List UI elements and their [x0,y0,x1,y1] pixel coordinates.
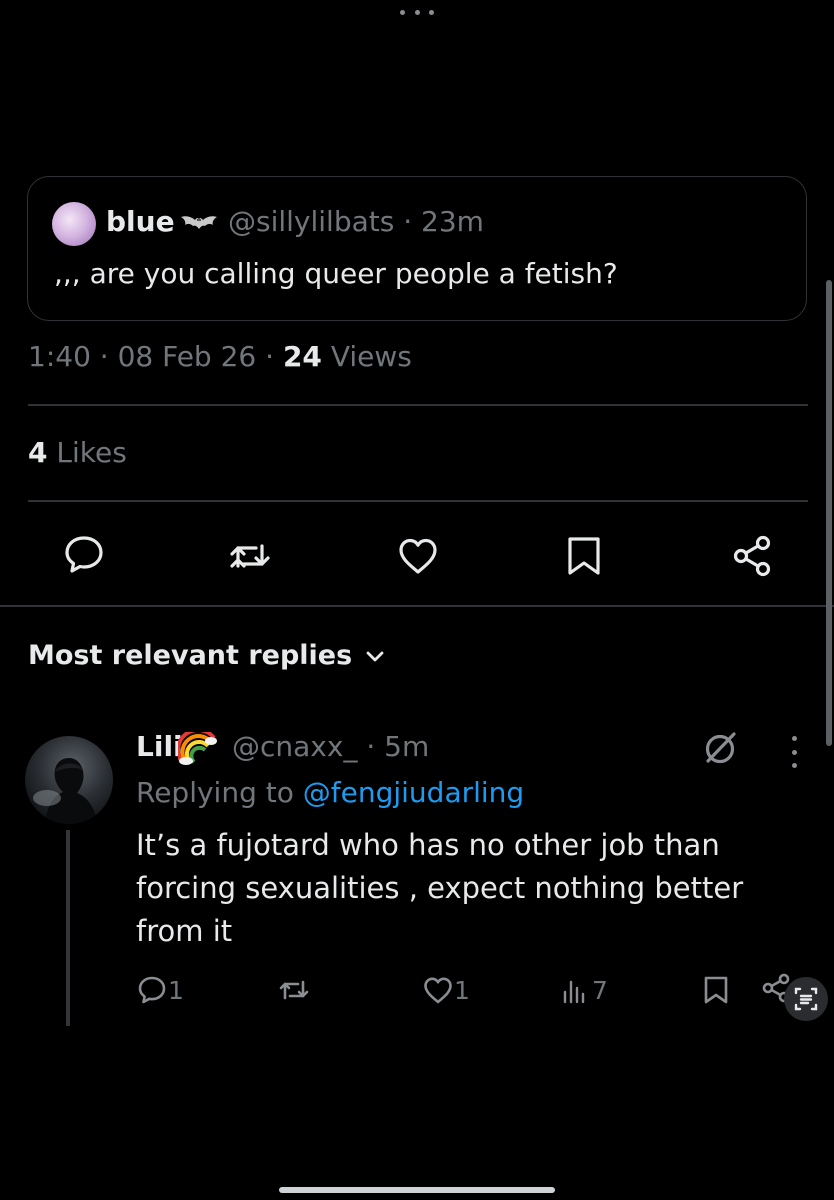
reply-author-avatar[interactable] [25,736,113,824]
reply-comment-button[interactable]: 1 [136,974,184,1006]
likes-summary[interactable]: 4 Likes [28,436,127,469]
reply-like-count: 1 [454,975,470,1005]
views-chart-icon [563,980,585,1004]
grok-icon[interactable] [700,728,740,768]
scrollbar[interactable] [826,280,832,746]
repost-icon [279,980,309,1000]
replies-sort-label: Most relevant replies [28,640,353,671]
replying-to-mention[interactable]: @fengjiudarling [303,776,524,809]
scan-text-icon [794,987,818,1011]
reply-view-count: 7 [592,975,608,1005]
quoted-post-text: ,,, are you calling queer people a fetis… [54,257,618,290]
repost-icon[interactable] [228,534,272,578]
quoted-post-author-name[interactable]: blue [106,205,175,238]
divider [28,404,808,406]
views-count[interactable]: 24 [283,340,322,373]
share-icon[interactable] [730,534,774,578]
rainbow-icon [178,732,217,765]
like-icon[interactable] [396,534,440,578]
reply-comment-count: 1 [168,975,184,1005]
reply-views-button[interactable]: 7 [560,974,608,1006]
reply-author-name[interactable]: Lili [136,730,183,763]
reply-like-button[interactable]: 1 [422,974,470,1006]
thread-line [66,830,70,1026]
likes-label: Likes [56,436,127,469]
comment-icon[interactable] [62,532,106,576]
screen-search-button[interactable] [784,977,828,1021]
quoted-post-time: 23m [421,205,484,238]
reply-more-icon[interactable] [788,736,800,768]
replies-sort-dropdown[interactable]: Most relevant replies [28,640,386,671]
quoted-post-card[interactable]: blue @sillylilbats · 23m ,,, are you cal… [27,176,807,321]
divider [28,500,808,502]
quoted-post-avatar[interactable] [52,202,96,246]
reply-handle-time: @cnaxx_ · 5m [232,730,430,763]
top-more-dots[interactable] [400,4,434,20]
post-date: 08 Feb 26 [117,340,257,373]
like-icon [424,977,452,1004]
home-indicator[interactable] [279,1187,555,1193]
reply-handle[interactable]: @cnaxx_ [232,730,357,763]
bat-icon [181,216,217,229]
chevron-down-icon [366,651,384,661]
comment-icon [138,976,166,1004]
views-label: Views [330,340,412,373]
reply-bookmark-button[interactable] [700,974,732,1006]
replying-to-label: Replying to [136,776,294,809]
reply-time: 5m [384,730,430,763]
post-time: 1:40 [28,340,91,373]
replying-to-line: Replying to @fengjiudarling [136,776,524,809]
likes-count: 4 [28,436,48,469]
quoted-post-handle[interactable]: @sillylilbats [228,205,394,238]
bookmark-icon [704,976,728,1004]
quoted-post-handle-time: @sillylilbats · 23m [228,205,484,238]
post-meta: 1:40 · 08 Feb 26 · 24 Views [28,340,412,373]
bookmark-icon[interactable] [562,534,606,578]
divider [0,605,834,607]
reply-text: It’s a fujotard who has no other job tha… [136,828,744,948]
reply-repost-button[interactable] [278,974,310,1006]
